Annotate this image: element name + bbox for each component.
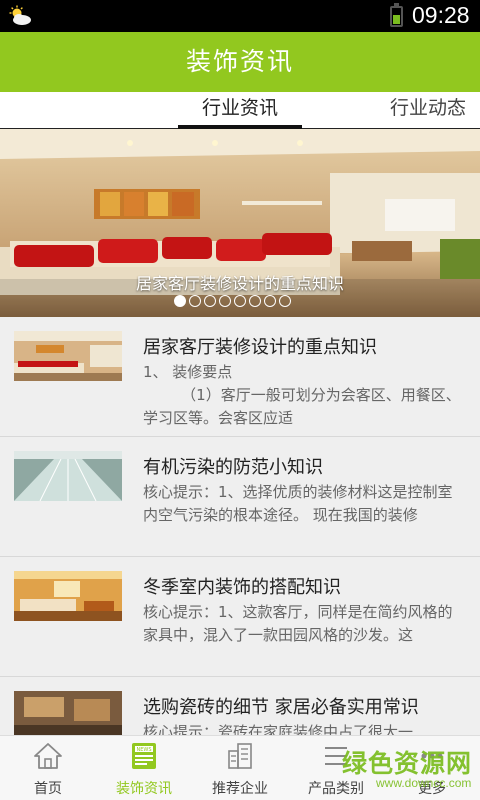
nav-home-label: 首页: [34, 781, 62, 797]
home-icon: [34, 743, 62, 769]
title-bar: 装饰资讯: [0, 32, 480, 92]
carousel-indicator: [174, 295, 291, 309]
news-item[interactable]: 冬季室内装饰的搭配知识 核心提示：1、这款客厅，同样是在简约风格的家具中，混入了…: [0, 557, 480, 677]
news-title: 有机污染的防范小知识: [143, 457, 323, 478]
page-title: 装饰资讯: [185, 47, 294, 76]
nav-decoration-news[interactable]: NEWS 装饰资讯: [96, 736, 192, 800]
partly-cloudy-icon: [9, 5, 31, 25]
battery-level-fill: [393, 14, 400, 24]
carousel-dot[interactable]: [174, 295, 186, 307]
carousel-dot[interactable]: [189, 295, 201, 307]
news-item[interactable]: 居家客厅装修设计的重点知识 1、 装修要点 （1）客厅一般可划分为会客区、用餐区…: [0, 317, 480, 437]
tab-industry-trends[interactable]: 行业动态: [390, 92, 480, 128]
news-thumbnail: [14, 571, 122, 621]
news-item[interactable]: 有机污染的防范小知识 核心提示：1、选择优质的装修材料这是控制室内空气污染的根本…: [0, 437, 480, 557]
carousel-dot[interactable]: [234, 295, 246, 307]
watermark-url: www.downcc.com: [376, 776, 472, 790]
news-summary: 核心提示：瓷砖在家庭装修中占了很大一: [143, 723, 414, 735]
banner-carousel[interactable]: 居家客厅装修设计的重点知识: [0, 129, 480, 317]
nav-home[interactable]: 首页: [0, 736, 96, 800]
tab-industry-news[interactable]: 行业资讯: [178, 92, 302, 129]
news-icon: NEWS: [132, 743, 156, 769]
news-thumbnail: [14, 331, 122, 381]
news-title: 选购瓷砖的细节 家居必备实用常识: [143, 697, 419, 718]
battery-icon: [390, 3, 403, 27]
news-list: 居家客厅装修设计的重点知识 1、 装修要点 （1）客厅一般可划分为会客区、用餐区…: [0, 317, 480, 735]
nav-recommended-companies[interactable]: 推荐企业: [192, 736, 288, 800]
carousel-dot[interactable]: [219, 295, 231, 307]
news-summary: 核心提示：1、这款客厅，同样是在简约风格的家具中，混入了一款田园风格的沙发。这: [143, 603, 453, 644]
watermark-title: 绿色资源网: [342, 749, 473, 778]
watermark: 绿色资源网 www.downcc.com: [330, 742, 480, 800]
building-icon: [228, 743, 252, 769]
carousel-dot[interactable]: [249, 295, 261, 307]
nav-decoration-news-label: 装饰资讯: [116, 781, 172, 797]
news-title: 居家客厅装修设计的重点知识: [143, 337, 377, 358]
status-bar: 09:28: [0, 0, 480, 32]
news-title: 冬季室内装饰的搭配知识: [143, 577, 341, 598]
news-summary: 1、 装修要点 （1）客厅一般可划分为会客区、用餐区、学习区等。会客区应适: [143, 363, 461, 427]
news-item[interactable]: 选购瓷砖的细节 家居必备实用常识 核心提示：瓷砖在家庭装修中占了很大一: [0, 677, 480, 735]
news-thumbnail: [14, 451, 122, 501]
tab-bar: 行业资讯 行业动态: [0, 92, 480, 129]
carousel-dot[interactable]: [204, 295, 216, 307]
carousel-dot[interactable]: [264, 295, 276, 307]
news-summary: 核心提示：1、选择优质的装修材料这是控制室内空气污染的根本途径。 现在我国的装修: [143, 483, 453, 524]
banner-caption: 居家客厅装修设计的重点知识: [135, 274, 344, 293]
nav-recommended-companies-label: 推荐企业: [212, 781, 268, 797]
svg-text:NEWS: NEWS: [136, 747, 151, 753]
news-thumbnail: [14, 691, 122, 735]
status-time: 09:28: [412, 2, 470, 28]
carousel-dot[interactable]: [279, 295, 291, 307]
